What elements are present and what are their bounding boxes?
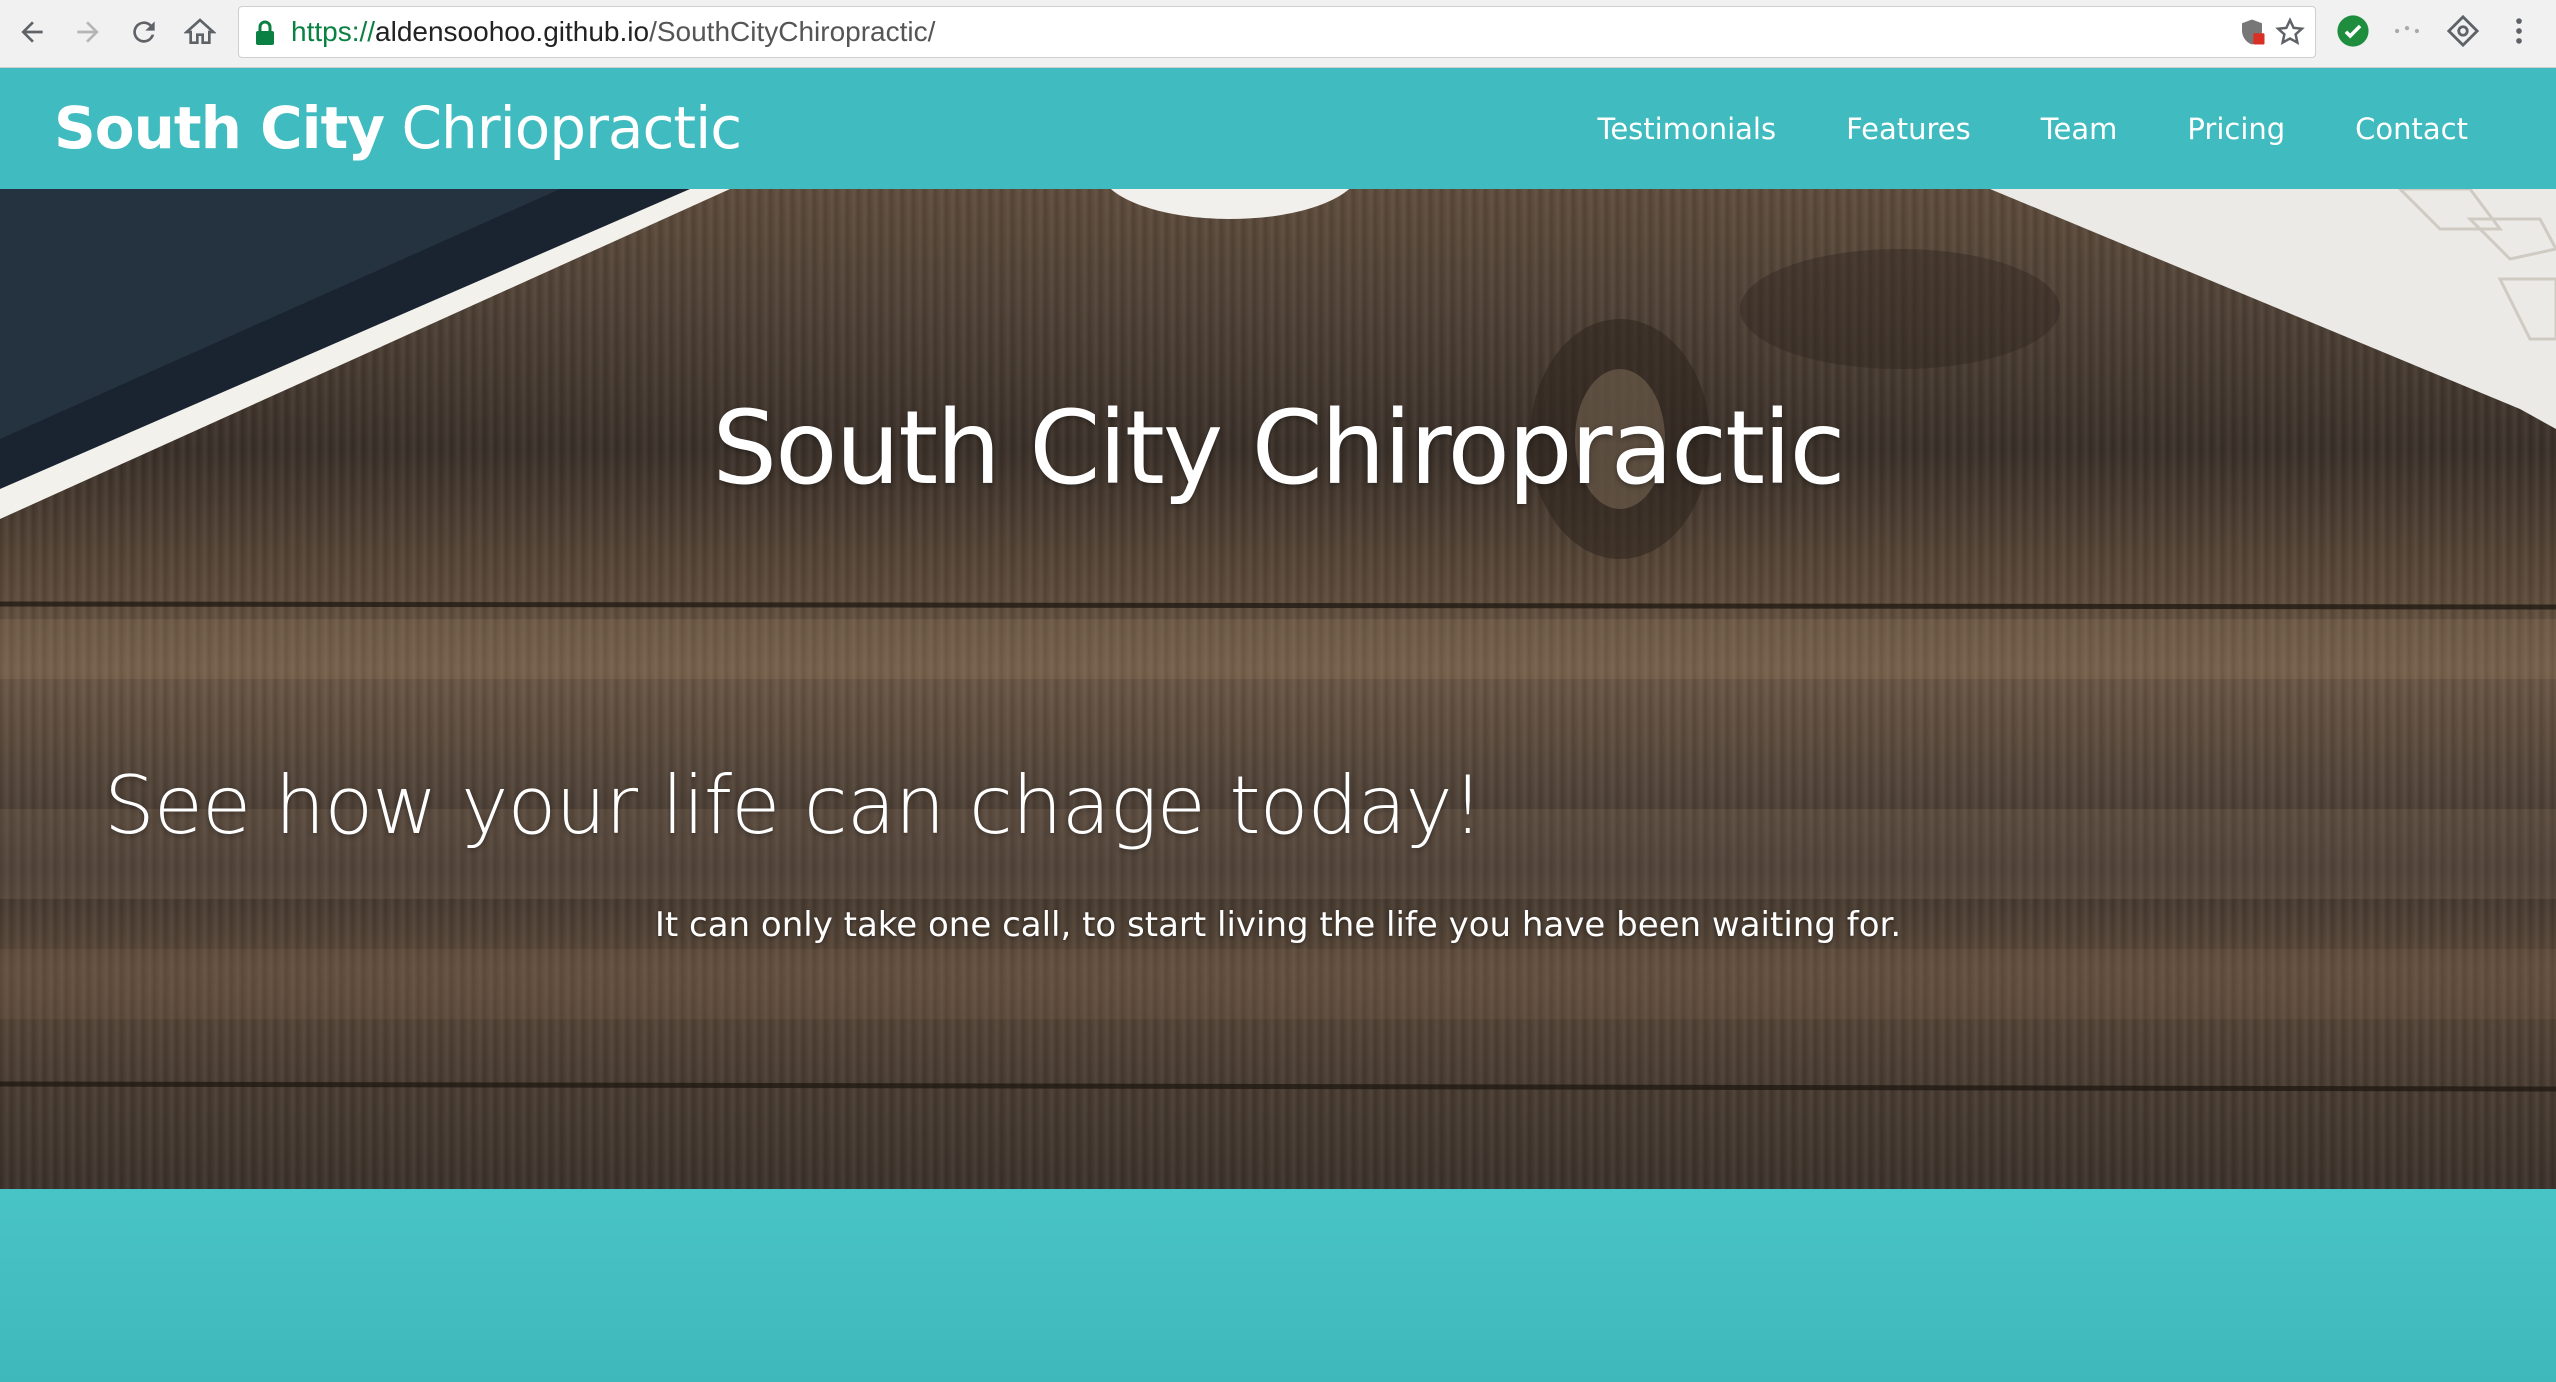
brand-logo[interactable]: South City Chriopractic	[54, 68, 743, 189]
hero-section: South City Chiropractic See how your lif…	[0, 189, 2556, 1189]
hero-subtitle: See how your life can chage today!	[104, 759, 1484, 852]
address-bar[interactable]: https://aldensoohoo.github.io/SouthCityC…	[238, 6, 2316, 58]
url-text[interactable]: https://aldensoohoo.github.io/SouthCityC…	[291, 7, 935, 57]
extension-check-icon[interactable]	[2336, 14, 2370, 48]
nav-link-pricing[interactable]: Pricing	[2187, 112, 2285, 146]
nav-link-features[interactable]: Features	[1846, 112, 1971, 146]
nav-links: Testimonials Features Team Pricing Conta…	[1528, 68, 2468, 189]
shield-icon[interactable]	[2237, 17, 2267, 47]
forward-icon[interactable]	[66, 10, 110, 54]
extension-dots-icon[interactable]	[2390, 14, 2424, 48]
lock-icon	[256, 20, 274, 45]
hero-tagline: It can only take one call, to start livi…	[654, 905, 1902, 945]
browser-toolbar: https://aldensoohoo.github.io/SouthCityC…	[0, 0, 2556, 68]
testimonials-section	[0, 1189, 2556, 1382]
hero-background-image	[0, 189, 2556, 1092]
reload-icon[interactable]	[122, 10, 166, 54]
hero-title: South City Chiropractic	[712, 389, 1845, 508]
menu-icon[interactable]	[2502, 14, 2536, 48]
star-icon[interactable]	[2275, 17, 2305, 47]
nav-link-contact[interactable]: Contact	[2355, 112, 2468, 146]
site-navbar: South City Chriopractic Testimonials Fea…	[0, 68, 2556, 189]
home-icon[interactable]	[178, 10, 222, 54]
brand-bold: South City	[54, 94, 385, 162]
nav-link-team[interactable]: Team	[2041, 112, 2118, 146]
back-icon[interactable]	[10, 10, 54, 54]
brand-light: Chriopractic	[401, 94, 743, 162]
extension-puzzle-icon[interactable]	[2446, 14, 2480, 48]
nav-link-testimonials[interactable]: Testimonials	[1598, 112, 1777, 146]
